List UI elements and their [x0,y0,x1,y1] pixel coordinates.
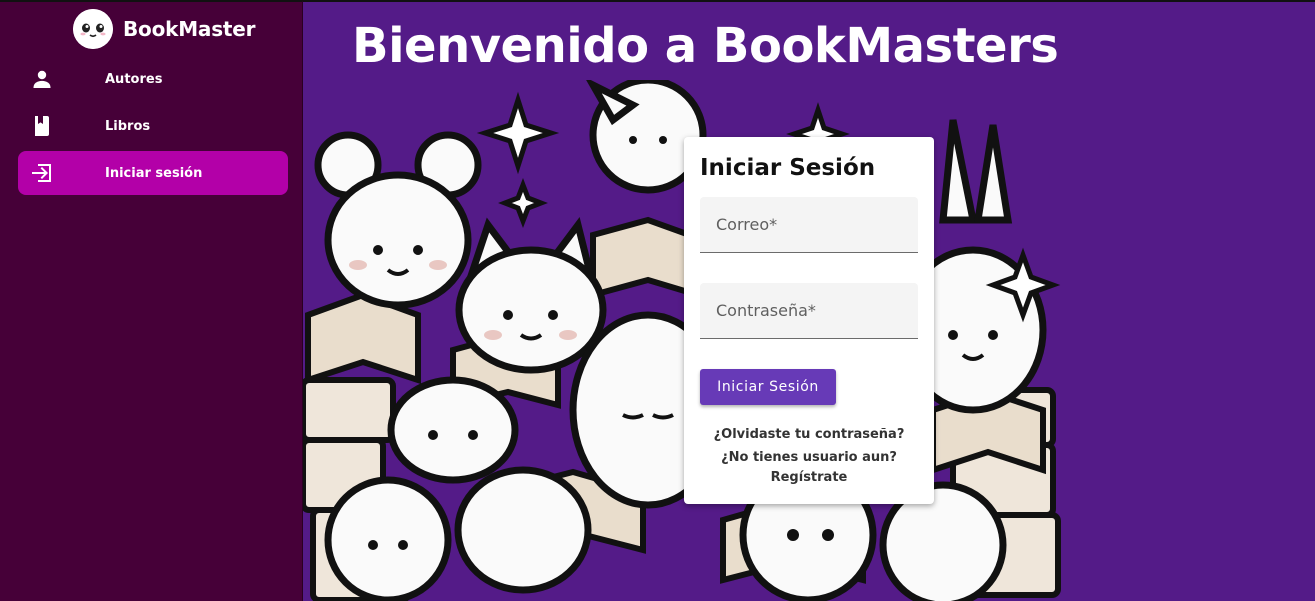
sidebar-item-label: Iniciar sesión [105,165,203,181]
brand[interactable]: BookMaster [73,8,256,49]
password-field-container [700,283,918,339]
person-icon [30,67,54,91]
face-logo-icon [73,8,113,49]
sidebar-item-iniciar-sesion[interactable]: Iniciar sesión [18,151,288,195]
login-button[interactable]: Iniciar Sesión [700,369,836,405]
login-icon [30,161,54,185]
login-card: Iniciar Sesión Iniciar Sesión ¿Olvidaste… [684,137,934,504]
sidebar-item-label: Libros [105,118,151,134]
sidebar-item-label: Autores [105,71,163,87]
page-title: Bienvenido a BookMasters [352,18,1059,74]
main-content: Bienvenido a BookMasters Iniciar Sesión … [303,0,1315,601]
sidebar-item-libros[interactable]: Libros [18,104,288,148]
login-title: Iniciar Sesión [700,155,876,181]
register-link[interactable]: Regístrate [684,470,934,485]
sidebar-item-autores[interactable]: Autores [18,57,288,101]
book-icon [30,114,54,138]
email-field-container [700,197,918,253]
sidebar: BookMaster Autores Libros Iniciar sesión [0,0,303,601]
password-field[interactable] [700,283,918,338]
brand-name: BookMaster [123,16,256,41]
reading-animals-illustration [303,80,1061,601]
email-field[interactable] [700,197,918,252]
forgot-password-link[interactable]: ¿Olvidaste tu contraseña? [684,427,934,442]
no-account-text: ¿No tienes usuario aun? [721,450,897,465]
